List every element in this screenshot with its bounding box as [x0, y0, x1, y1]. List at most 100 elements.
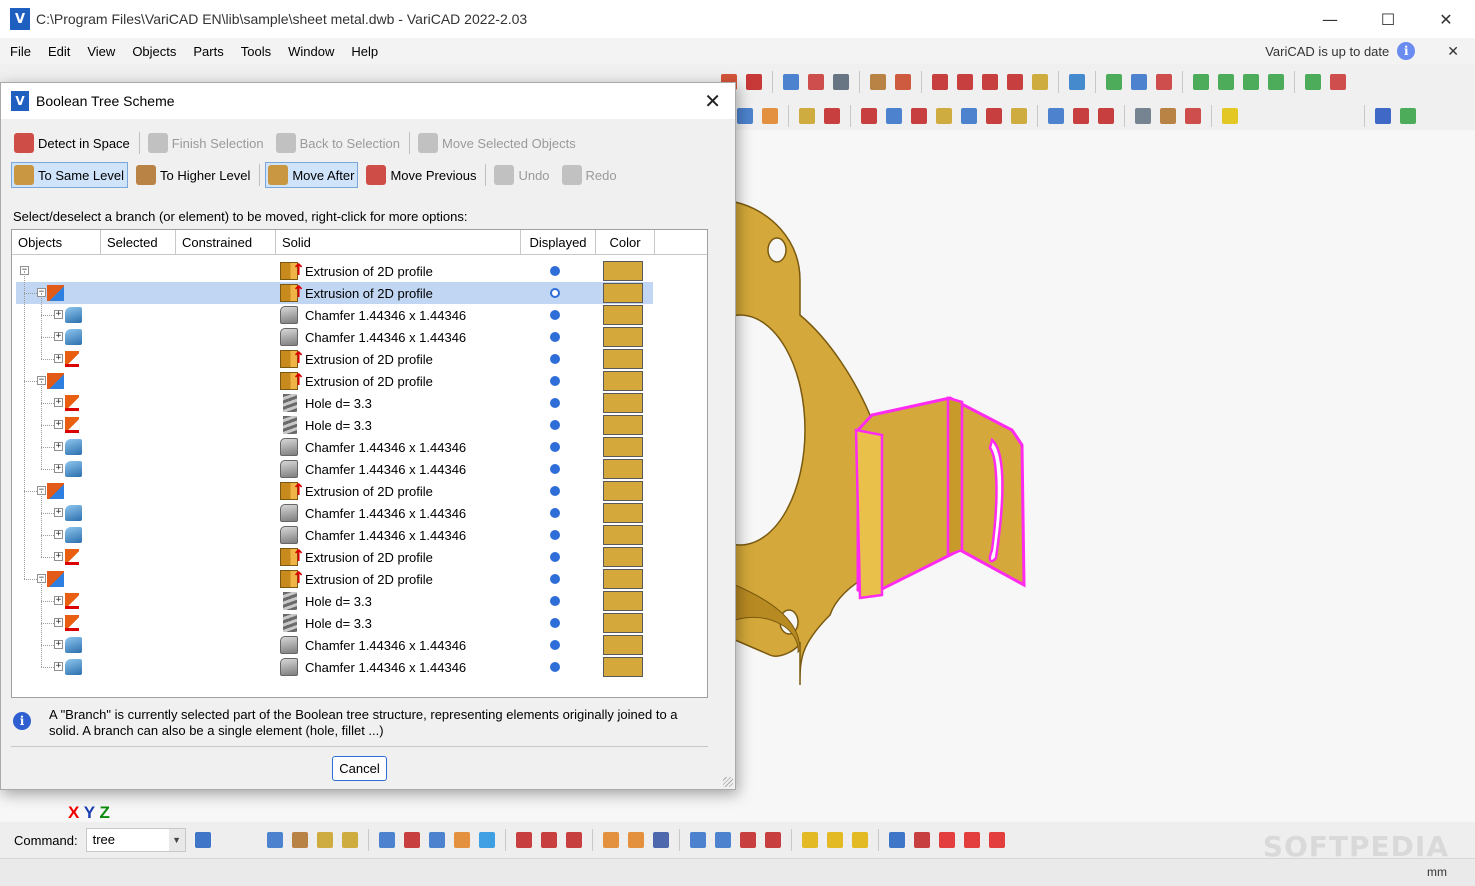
arrange-3-icon[interactable] [737, 829, 759, 851]
table-row[interactable]: + Chamfer 1.44346 x 1.44346 [12, 634, 707, 656]
expand-toggle-icon[interactable]: + [54, 640, 63, 649]
menu-window[interactable]: Window [281, 44, 341, 59]
displayed-radio[interactable] [550, 266, 560, 276]
box-solid-icon[interactable] [264, 829, 286, 851]
table-row[interactable]: + Chamfer 1.44346 x 1.44346 [12, 502, 707, 524]
zoom-out-icon[interactable] [1215, 71, 1237, 93]
displayed-radio[interactable] [550, 332, 560, 342]
menu-file[interactable]: File [3, 44, 38, 59]
select-2-icon[interactable] [824, 829, 846, 851]
displayed-radio[interactable] [550, 530, 560, 540]
column-constrained[interactable]: Constrained [176, 230, 276, 254]
zoom-fit-icon[interactable] [1128, 71, 1150, 93]
color-swatch[interactable] [603, 371, 643, 391]
group-2-icon[interactable] [625, 829, 647, 851]
table-row[interactable]: + Hole d= 3.3 [12, 392, 707, 414]
maximize-button[interactable]: ☐ [1359, 0, 1417, 38]
layer-2-icon[interactable] [538, 829, 560, 851]
export-icon[interactable] [1302, 71, 1324, 93]
color-swatch[interactable] [603, 415, 643, 435]
to-same-level-button[interactable]: To Same Level [11, 162, 128, 188]
arrow-tool-1-icon[interactable] [858, 105, 880, 127]
color-swatch[interactable] [603, 327, 643, 347]
box-tool-icon[interactable] [867, 71, 889, 93]
query-j-icon[interactable] [1004, 71, 1026, 93]
center-of-mass-icon[interactable] [1219, 105, 1241, 127]
color-swatch[interactable] [603, 635, 643, 655]
move-after-button[interactable]: Move After [265, 162, 359, 188]
displayed-radio[interactable] [550, 420, 560, 430]
expand-toggle-icon[interactable]: + [54, 398, 63, 407]
ruler-tool-icon[interactable] [1029, 71, 1051, 93]
solid-view-icon[interactable] [1132, 105, 1154, 127]
command-send-icon[interactable] [192, 829, 214, 851]
arrow-tool-3-icon[interactable] [908, 105, 930, 127]
axis-tool-2-icon[interactable] [1070, 105, 1092, 127]
menu-view[interactable]: View [80, 44, 122, 59]
parts-tool-icon[interactable] [743, 71, 765, 93]
axis-tool-1-icon[interactable] [1045, 105, 1067, 127]
column-objects[interactable]: Objects [12, 230, 101, 254]
axis-tool-3-icon[interactable] [1095, 105, 1117, 127]
displayed-radio[interactable] [550, 288, 560, 298]
displayed-radio[interactable] [550, 618, 560, 628]
displayed-radio[interactable] [550, 508, 560, 518]
redo-button[interactable]: Redo [559, 162, 621, 188]
color-swatch[interactable] [603, 503, 643, 523]
color-swatch[interactable] [603, 349, 643, 369]
table-row[interactable]: + Chamfer 1.44346 x 1.44346 [12, 326, 707, 348]
text-solid-icon[interactable] [339, 829, 361, 851]
detect-in-space-button[interactable]: Detect in Space [11, 130, 134, 156]
color-swatch[interactable] [603, 657, 643, 677]
arrow-tool-2-icon[interactable] [883, 105, 905, 127]
undo-button[interactable]: Undo [491, 162, 553, 188]
color-swatch[interactable] [603, 569, 643, 589]
layer-3-icon[interactable] [563, 829, 585, 851]
bend-solid-icon[interactable] [314, 829, 336, 851]
query-s2-icon[interactable] [979, 71, 1001, 93]
expand-toggle-icon[interactable]: + [54, 420, 63, 429]
expand-toggle-icon[interactable]: + [54, 332, 63, 341]
unite-tool-icon[interactable] [892, 71, 914, 93]
table-row[interactable]: + Hole d= 3.3 [12, 414, 707, 436]
table-row[interactable]: + Hole d= 3.3 [12, 590, 707, 612]
expand-toggle-icon[interactable]: + [54, 618, 63, 627]
move-previous-button[interactable]: Move Previous [363, 162, 480, 188]
table-row[interactable]: + Extrusion of 2D profile [12, 348, 707, 370]
zoom-window-icon[interactable] [1103, 71, 1125, 93]
arrange-2-icon[interactable] [712, 829, 734, 851]
expand-toggle-icon[interactable]: + [54, 662, 63, 671]
displayed-radio[interactable] [550, 662, 560, 672]
mode-3d-icon[interactable] [1397, 105, 1419, 127]
table-row[interactable]: −Extrusion of 2D profile [12, 568, 707, 590]
displayed-radio[interactable] [550, 442, 560, 452]
layer-1-icon[interactable] [513, 829, 535, 851]
view-cube-icon[interactable] [1153, 71, 1175, 93]
expand-toggle-icon[interactable]: + [54, 530, 63, 539]
mode-2d-icon[interactable] [1372, 105, 1394, 127]
expand-toggle-icon[interactable]: + [54, 464, 63, 473]
arrow-tool-5-icon[interactable] [958, 105, 980, 127]
boolean-tree-table[interactable]: Objects Selected Constrained Solid Displ… [11, 229, 708, 698]
menu-objects[interactable]: Objects [125, 44, 183, 59]
menu-tools[interactable]: Tools [234, 44, 278, 59]
group-1-icon[interactable] [600, 829, 622, 851]
column-solid[interactable]: Solid [276, 230, 521, 254]
color-swatch[interactable] [603, 525, 643, 545]
color-swatch[interactable] [603, 459, 643, 479]
color-swatch[interactable] [603, 261, 643, 281]
expand-toggle-icon[interactable]: + [54, 442, 63, 451]
table-row[interactable]: −Extrusion of 2D profile [12, 282, 707, 304]
expand-toggle-icon[interactable]: + [54, 552, 63, 561]
table-row[interactable]: + Extrusion of 2D profile [12, 546, 707, 568]
layer-icon[interactable] [759, 105, 781, 127]
table-row[interactable]: + Chamfer 1.44346 x 1.44346 [12, 458, 707, 480]
color-swatch[interactable] [603, 591, 643, 611]
minimize-button[interactable]: — [1301, 0, 1359, 38]
assembly-1-icon[interactable] [401, 829, 423, 851]
menu-help[interactable]: Help [344, 44, 385, 59]
menu-parts[interactable]: Parts [186, 44, 230, 59]
arrow-tool-6-icon[interactable] [983, 105, 1005, 127]
query-point-icon[interactable] [821, 105, 843, 127]
drop-icon[interactable] [476, 829, 498, 851]
